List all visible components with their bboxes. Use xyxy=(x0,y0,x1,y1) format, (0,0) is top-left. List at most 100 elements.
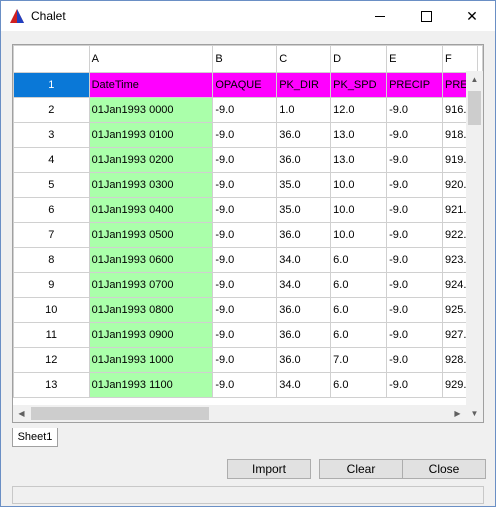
spreadsheet-grid[interactable]: A B C D E F 1 DateTime OPAQUE PK_DIR PK_SPD PRECIP P… xyxy=(12,44,484,423)
row-header[interactable]: 13 xyxy=(13,372,90,398)
grid-cell[interactable]: 01Jan1993 1100 xyxy=(88,372,214,398)
grid-cell[interactable]: PRECIP xyxy=(386,72,443,98)
grid-cell[interactable]: PK_DIR xyxy=(276,72,332,98)
grid-cell[interactable]: 01Jan1993 0000 xyxy=(88,97,214,123)
grid-cell[interactable]: 12.0 xyxy=(330,97,388,123)
grid-cell[interactable]: -9.0 xyxy=(212,172,278,198)
scroll-left-icon[interactable]: ◀ xyxy=(13,405,30,422)
grid-cell[interactable]: -9.0 xyxy=(212,247,278,273)
row-header[interactable]: 3 xyxy=(13,122,90,148)
vertical-scroll-thumb[interactable] xyxy=(468,91,481,125)
grid-cell[interactable]: -9.0 xyxy=(212,372,278,398)
row-header[interactable]: 4 xyxy=(13,147,90,173)
grid-cell[interactable]: 01Jan1993 0500 xyxy=(88,222,214,248)
grid-cell[interactable]: 6.0 xyxy=(330,297,388,323)
grid-cell[interactable]: -9.0 xyxy=(212,197,278,223)
row-header[interactable]: 1 xyxy=(13,72,90,98)
grid-cell[interactable]: 01Jan1993 0700 xyxy=(88,272,214,298)
grid-cell[interactable]: 01Jan1993 0800 xyxy=(88,297,214,323)
grid-cell[interactable]: 36.0 xyxy=(276,222,332,248)
grid-cell[interactable]: 36.0 xyxy=(276,297,332,323)
close-button[interactable]: Close xyxy=(402,459,486,479)
grid-cell[interactable]: -9.0 xyxy=(212,147,278,173)
grid-cell[interactable]: 01Jan1993 0300 xyxy=(88,172,214,198)
grid-cell[interactable]: 36.0 xyxy=(276,322,332,348)
import-button[interactable]: Import xyxy=(227,459,311,479)
grid-cell[interactable]: -9.0 xyxy=(386,97,443,123)
column-header-b[interactable]: B xyxy=(212,45,278,73)
row-header[interactable]: 5 xyxy=(13,172,90,198)
row-header[interactable]: 8 xyxy=(13,247,90,273)
grid-cell[interactable]: 01Jan1993 0400 xyxy=(88,197,214,223)
grid-cell[interactable]: 10.0 xyxy=(330,197,388,223)
grid-cell[interactable]: 01Jan1993 0200 xyxy=(88,147,214,173)
grid-cell[interactable]: -9.0 xyxy=(386,372,443,398)
horizontal-scroll-thumb[interactable] xyxy=(31,407,209,420)
grid-cell[interactable]: 13.0 xyxy=(330,122,388,148)
grid-cell[interactable]: -9.0 xyxy=(212,272,278,298)
grid-cell[interactable]: 36.0 xyxy=(276,147,332,173)
grid-cell[interactable]: 7.0 xyxy=(330,347,388,373)
grid-cell[interactable]: 01Jan1993 0100 xyxy=(88,122,214,148)
grid-cell[interactable]: OPAQUE xyxy=(212,72,278,98)
column-header-d[interactable]: D xyxy=(330,45,388,73)
select-all-corner[interactable] xyxy=(13,45,90,73)
grid-cell[interactable]: 1.0 xyxy=(276,97,332,123)
grid-cell[interactable]: 01Jan1993 1000 xyxy=(88,347,214,373)
column-header-c[interactable]: C xyxy=(276,45,332,73)
clear-button[interactable]: Clear xyxy=(319,459,403,479)
row-header[interactable]: 2 xyxy=(13,97,90,123)
grid-cell[interactable]: 6.0 xyxy=(330,247,388,273)
maximize-button[interactable] xyxy=(403,1,449,31)
grid-cell[interactable]: 34.0 xyxy=(276,272,332,298)
grid-cell[interactable]: DateTime xyxy=(88,72,214,98)
grid-cell[interactable]: 01Jan1993 0600 xyxy=(88,247,214,273)
grid-cell[interactable]: -9.0 xyxy=(212,347,278,373)
row-header[interactable]: 12 xyxy=(13,347,90,373)
grid-cell[interactable]: 10.0 xyxy=(330,172,388,198)
grid-cell[interactable]: 34.0 xyxy=(276,247,332,273)
close-window-button[interactable]: ✕ xyxy=(449,1,495,31)
title-bar[interactable]: Chalet ✕ xyxy=(1,1,495,31)
grid-cell[interactable]: -9.0 xyxy=(212,97,278,123)
scroll-down-icon[interactable]: ▼ xyxy=(466,405,483,422)
grid-cell[interactable]: -9.0 xyxy=(386,122,443,148)
grid-cell[interactable]: -9.0 xyxy=(386,147,443,173)
sheet-tab[interactable]: Sheet1 xyxy=(12,428,58,447)
grid-cell[interactable]: -9.0 xyxy=(386,297,443,323)
grid-cell[interactable]: 10.0 xyxy=(330,222,388,248)
column-header-e[interactable]: E xyxy=(386,45,443,73)
grid-cell[interactable]: 6.0 xyxy=(330,322,388,348)
column-header-a[interactable]: A xyxy=(88,45,214,73)
grid-cell[interactable]: -9.0 xyxy=(386,172,443,198)
grid-cell[interactable]: PK_SPD xyxy=(330,72,388,98)
row-header[interactable]: 6 xyxy=(13,197,90,223)
grid-cell[interactable]: 35.0 xyxy=(276,172,332,198)
vertical-scrollbar[interactable]: ▲ xyxy=(466,71,483,406)
grid-cell[interactable]: -9.0 xyxy=(212,297,278,323)
row-header[interactable]: 10 xyxy=(13,297,90,323)
minimize-button[interactable] xyxy=(357,1,403,31)
column-header-f[interactable]: F xyxy=(442,45,478,73)
horizontal-scrollbar[interactable]: ◀ ▶ xyxy=(13,405,466,422)
grid-cell[interactable]: 35.0 xyxy=(276,197,332,223)
grid-cell[interactable]: 6.0 xyxy=(330,372,388,398)
grid-cell[interactable]: -9.0 xyxy=(212,122,278,148)
grid-cell[interactable]: -9.0 xyxy=(386,272,443,298)
grid-cell[interactable]: -9.0 xyxy=(386,347,443,373)
grid-cell[interactable]: -9.0 xyxy=(386,197,443,223)
grid-cell[interactable]: -9.0 xyxy=(212,222,278,248)
grid-cell[interactable]: 01Jan1993 0900 xyxy=(88,322,214,348)
grid-cell[interactable]: -9.0 xyxy=(386,222,443,248)
scroll-up-icon[interactable]: ▲ xyxy=(466,71,483,88)
grid-cell[interactable]: -9.0 xyxy=(386,322,443,348)
grid-cell[interactable]: -9.0 xyxy=(212,322,278,348)
grid-cell[interactable]: 6.0 xyxy=(330,272,388,298)
row-header[interactable]: 7 xyxy=(13,222,90,248)
grid-cell[interactable]: 36.0 xyxy=(276,122,332,148)
grid-cell[interactable]: 34.0 xyxy=(276,372,332,398)
grid-cell[interactable]: 13.0 xyxy=(330,147,388,173)
scroll-right-icon[interactable]: ▶ xyxy=(449,405,466,422)
grid-cell[interactable]: -9.0 xyxy=(386,247,443,273)
grid-cell[interactable]: 36.0 xyxy=(276,347,332,373)
